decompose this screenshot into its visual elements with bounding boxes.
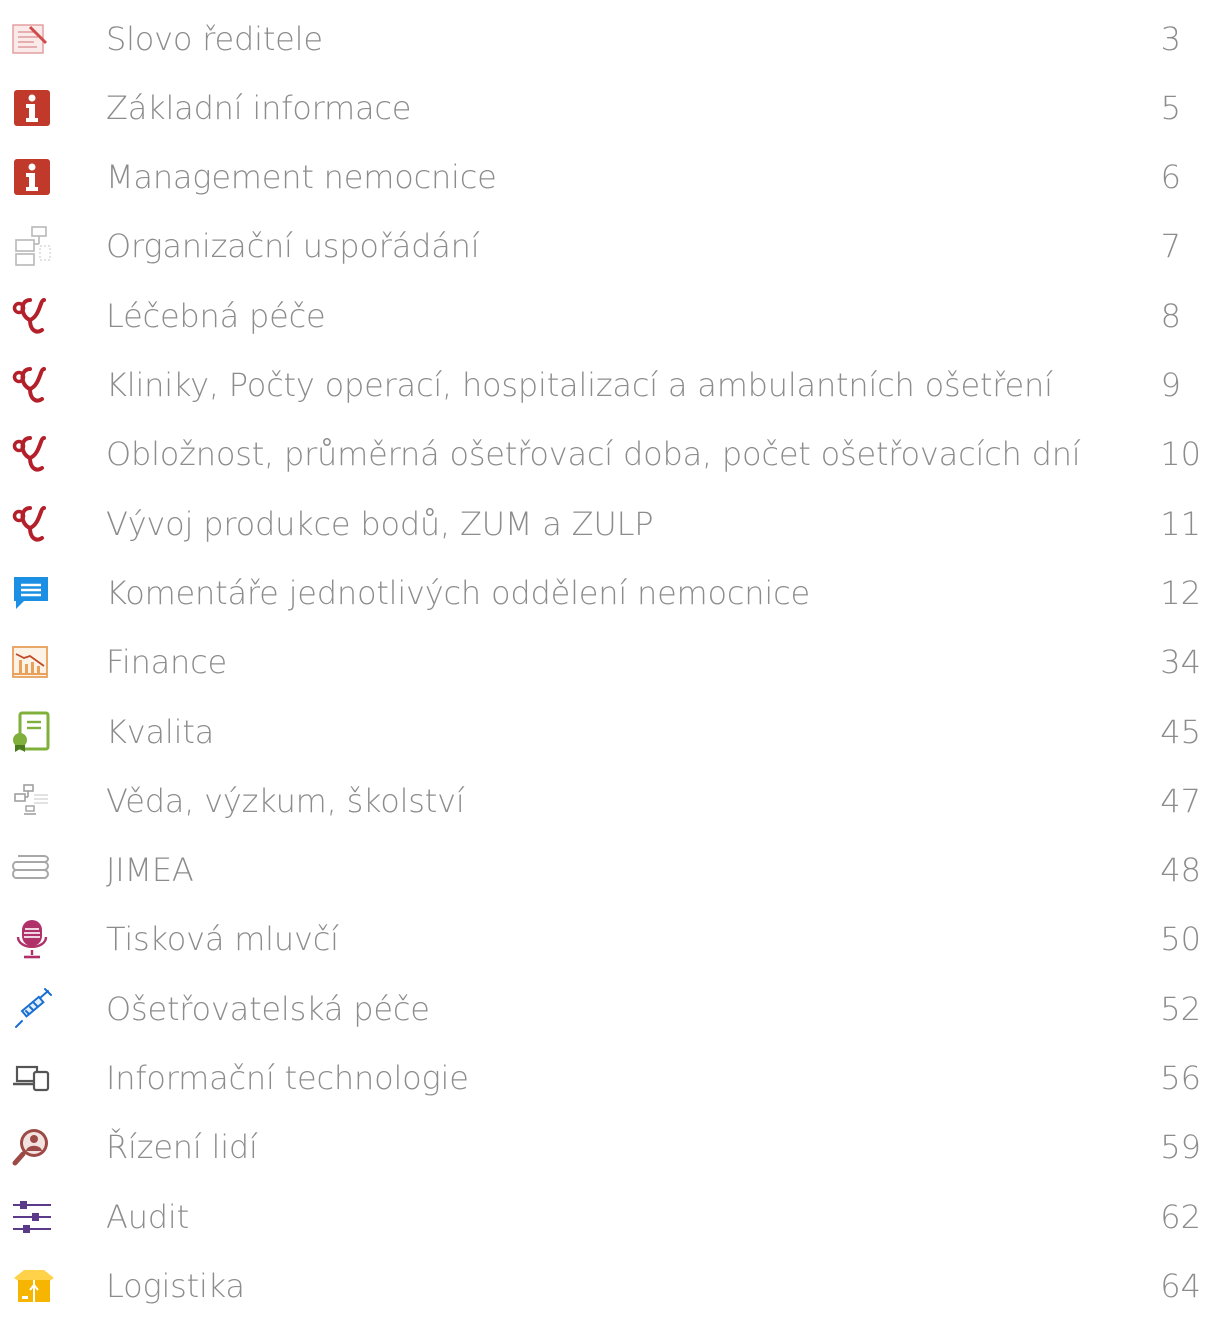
table-of-contents: Slovo ředitele 3 Základní informace 5 Mana… xyxy=(0,0,1209,1306)
toc-entry[interactable]: Řízení lidí 59 xyxy=(0,1113,1209,1182)
toc-entry-label: Léčebná péče xyxy=(106,296,326,335)
toc-entry[interactable]: Management nemocnice 6 xyxy=(0,143,1209,212)
toc-entry[interactable]: Informační technologie 56 xyxy=(0,1044,1209,1113)
toc-entry-label: Obložnost, průměrná ošetřovací doba, poč… xyxy=(106,435,1081,474)
info-icon xyxy=(10,83,66,133)
toc-entry[interactable]: JIMEA 48 xyxy=(0,836,1209,905)
toc-entry-page-number: 3 xyxy=(1160,19,1181,58)
toc-entry-page-number: 52 xyxy=(1160,989,1201,1028)
toc-entry-label: Kliniky, Počty operací, hospitalizací a … xyxy=(106,366,1053,404)
toc-entry[interactable]: Finance 34 xyxy=(0,628,1209,697)
microphone-icon xyxy=(10,914,66,964)
director-letter-icon xyxy=(10,14,66,64)
toc-entry-page-number: 48 xyxy=(1160,851,1201,890)
toc-entry-page-number: 62 xyxy=(1160,1197,1201,1236)
toc-entry[interactable]: Kvalita 45 xyxy=(0,697,1209,766)
toc-entry-page-number: 64 xyxy=(1160,1266,1201,1305)
toc-entry-label: Organizační uspořádání xyxy=(106,227,480,266)
toc-entry-page-number: 45 xyxy=(1160,712,1201,751)
finance-chart-icon xyxy=(10,637,66,687)
stethoscope-icon xyxy=(10,429,66,479)
science-network-icon xyxy=(10,776,66,826)
toc-entry-label: Informační technologie xyxy=(106,1059,469,1097)
toc-entry[interactable]: Léčebná péče 8 xyxy=(0,281,1209,350)
sliders-icon xyxy=(10,1192,66,1242)
toc-entry[interactable]: Věda, výzkum, školství 47 xyxy=(0,766,1209,835)
box-icon xyxy=(10,1261,66,1311)
stethoscope-icon xyxy=(10,360,66,410)
syringe-icon xyxy=(10,984,66,1034)
toc-entry-page-number: 59 xyxy=(1160,1128,1201,1167)
toc-entry[interactable]: Organizační uspořádání 7 xyxy=(0,212,1209,281)
toc-entry-page-number: 11 xyxy=(1160,504,1201,543)
toc-entry-label: Věda, výzkum, školství xyxy=(106,781,465,820)
certificate-icon xyxy=(10,707,66,757)
person-search-icon xyxy=(10,1122,66,1172)
toc-entry-label: Kvalita xyxy=(106,712,215,751)
toc-entry-label: Management nemocnice xyxy=(106,158,497,197)
toc-entry-label: Základní informace xyxy=(106,88,412,127)
toc-entry[interactable]: Ošetřovatelská péče 52 xyxy=(0,974,1209,1043)
toc-entry[interactable]: Slovo ředitele 3 xyxy=(0,4,1209,73)
toc-entry[interactable]: Komentáře jednotlivých oddělení nemocnic… xyxy=(0,558,1209,627)
toc-entry-page-number: 50 xyxy=(1160,920,1201,959)
toc-entry[interactable]: Tisková mluvčí 50 xyxy=(0,905,1209,974)
books-icon xyxy=(10,845,66,895)
toc-entry-label: Vývoj produkce bodů, ZUM a ZULP xyxy=(106,504,654,543)
toc-entry[interactable]: Základní informace 5 xyxy=(0,73,1209,142)
org-chart-icon xyxy=(10,221,66,271)
info-icon xyxy=(10,152,66,202)
toc-entry-page-number: 7 xyxy=(1160,227,1181,266)
toc-entry-label: Logistika xyxy=(106,1266,245,1305)
toc-entry-label: Tisková mluvčí xyxy=(106,920,339,959)
toc-entry-page-number: 5 xyxy=(1160,88,1181,127)
toc-entry-page-number: 12 xyxy=(1160,573,1201,612)
toc-entry-label: JIMEA xyxy=(106,851,194,890)
toc-entry[interactable]: Vývoj produkce bodů, ZUM a ZULP 11 xyxy=(0,489,1209,558)
toc-entry-label: Audit xyxy=(106,1197,189,1236)
toc-entry-page-number: 10 xyxy=(1160,435,1201,474)
stethoscope-icon xyxy=(10,499,66,549)
toc-entry-label: Finance xyxy=(106,643,228,682)
toc-entry[interactable]: Audit 62 xyxy=(0,1182,1209,1251)
toc-entry-page-number: 8 xyxy=(1160,296,1181,335)
toc-entry[interactable]: Kliniky, Počty operací, hospitalizací a … xyxy=(0,351,1209,420)
toc-entry-page-number: 56 xyxy=(1160,1059,1201,1097)
toc-entry-page-number: 6 xyxy=(1160,158,1181,197)
comment-icon xyxy=(10,568,66,618)
toc-entry[interactable]: Obložnost, průměrná ošetřovací doba, poč… xyxy=(0,420,1209,489)
toc-entry-label: Řízení lidí xyxy=(106,1128,258,1167)
toc-entry-page-number: 34 xyxy=(1160,643,1201,682)
stethoscope-icon xyxy=(10,291,66,341)
toc-entry-page-number: 9 xyxy=(1160,366,1181,404)
toc-entry-label: Komentáře jednotlivých oddělení nemocnic… xyxy=(106,573,810,612)
toc-entry[interactable]: Logistika 64 xyxy=(0,1251,1209,1320)
toc-entry-page-number: 47 xyxy=(1160,781,1201,820)
devices-icon xyxy=(10,1053,66,1103)
toc-entry-label: Ošetřovatelská péče xyxy=(106,989,430,1028)
toc-entry-label: Slovo ředitele xyxy=(106,19,323,58)
